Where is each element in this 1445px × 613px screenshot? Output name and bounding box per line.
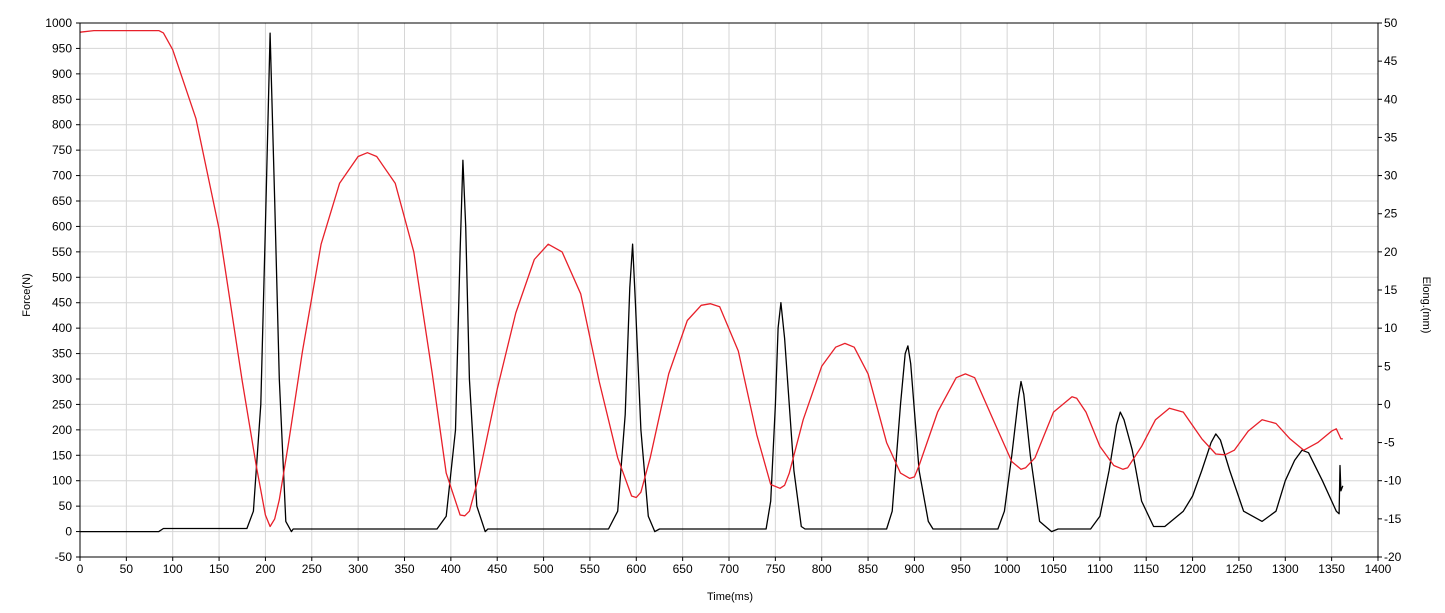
x-axis-ticks: 0 50 100 150 200 250 300 350 400 450 500 550 600 650 7… — [77, 557, 1392, 576]
x-tick-label: 800 — [812, 562, 832, 576]
y2-tick-label: 10 — [1384, 321, 1398, 335]
x-tick-label: 600 — [626, 562, 646, 576]
x-axis-label: Time(ms) — [707, 591, 753, 603]
x-tick-label: 850 — [858, 562, 878, 576]
y2-tick-label: -15 — [1384, 512, 1402, 526]
y2-tick-label: 15 — [1384, 283, 1398, 297]
y-tick-label: 150 — [52, 448, 72, 462]
y-tick-label: 800 — [52, 118, 72, 132]
x-tick-label: 450 — [487, 562, 507, 576]
y-tick-label: 200 — [52, 423, 72, 437]
grid-lines — [79, 22, 1379, 558]
y2-tick-label: 45 — [1384, 54, 1398, 68]
y-tick-label: 650 — [52, 194, 72, 208]
x-tick-label: 500 — [534, 562, 554, 576]
x-tick-label: 1100 — [1087, 562, 1113, 576]
y-axis-ticks: -50 0 50 100 150 200 250 300 350 400 450 500 550 600 6… — [45, 16, 80, 564]
x-tick-label: 750 — [765, 562, 785, 576]
y-tick-label: 850 — [52, 92, 72, 106]
y-tick-label: 500 — [52, 270, 72, 284]
y2-tick-label: 25 — [1384, 207, 1398, 221]
x-tick-label: 1350 — [1318, 562, 1345, 576]
y-tick-label: 50 — [59, 499, 73, 513]
y2-tick-label: 5 — [1384, 359, 1391, 373]
y-tick-label: 1000 — [45, 16, 72, 30]
x-tick-label: 50 — [120, 562, 134, 576]
x-tick-label: 650 — [673, 562, 693, 576]
x-tick-label: 550 — [580, 562, 600, 576]
y-axis-label: Force(N) — [21, 273, 33, 316]
x-tick-label: 0 — [77, 562, 84, 576]
x-tick-label: 700 — [719, 562, 739, 576]
elongation-series-line — [79, 29, 1343, 528]
x-tick-label: 1400 — [1365, 562, 1392, 576]
x-tick-label: 1200 — [1179, 562, 1206, 576]
y2-tick-label: 35 — [1384, 130, 1398, 144]
y2-axis-label: Elong.(mm) — [1420, 277, 1432, 334]
y-tick-label: 350 — [52, 347, 72, 361]
x-tick-label: 350 — [394, 562, 414, 576]
x-tick-label: 1300 — [1272, 562, 1299, 576]
y2-axis-ticks: -20 -15 -10 -5 0 5 10 15 20 25 30 35 40 45 50 — [1378, 16, 1402, 564]
chart-canvas: 0 50 100 150 200 250 300 350 400 450 500 550 600 650 7… — [21, 16, 1432, 603]
y2-tick-label: -10 — [1384, 474, 1402, 488]
y2-tick-label: 20 — [1384, 245, 1398, 259]
y-tick-label: 400 — [52, 321, 72, 335]
y-tick-label: 950 — [52, 41, 72, 55]
y-tick-label: 750 — [52, 143, 72, 157]
y2-tick-label: 0 — [1384, 397, 1391, 411]
x-tick-label: 200 — [255, 562, 275, 576]
y2-tick-label: 50 — [1384, 16, 1398, 30]
y-tick-label: 0 — [65, 525, 72, 539]
y-tick-label: 550 — [52, 245, 72, 259]
x-tick-label: 300 — [348, 562, 368, 576]
x-tick-label: 1000 — [994, 562, 1021, 576]
series-layer — [79, 29, 1344, 533]
y-tick-label: -50 — [55, 550, 73, 564]
y-tick-label: 100 — [52, 474, 72, 488]
y-tick-label: 700 — [52, 169, 72, 183]
y2-tick-label: -20 — [1384, 550, 1402, 564]
y2-tick-label: 30 — [1384, 169, 1398, 183]
dual-axis-line-chart: 0 50 100 150 200 250 300 350 400 450 500 550 600 650 7… — [0, 0, 1445, 608]
x-tick-label: 100 — [163, 562, 183, 576]
y-tick-label: 600 — [52, 219, 72, 233]
x-tick-label: 250 — [302, 562, 322, 576]
x-tick-label: 1250 — [1226, 562, 1253, 576]
x-tick-label: 900 — [904, 562, 924, 576]
y-tick-label: 450 — [52, 296, 72, 310]
y-tick-label: 900 — [52, 67, 72, 81]
x-tick-label: 150 — [209, 562, 229, 576]
x-tick-label: 950 — [951, 562, 971, 576]
x-tick-label: 1150 — [1133, 562, 1159, 576]
y-tick-label: 250 — [52, 397, 72, 411]
force-series-line — [80, 32, 1344, 533]
x-tick-label: 1050 — [1040, 562, 1067, 576]
y2-tick-label: 40 — [1384, 92, 1398, 106]
y2-tick-label: -5 — [1384, 436, 1395, 450]
x-tick-label: 400 — [441, 562, 461, 576]
y-tick-label: 300 — [52, 372, 72, 386]
